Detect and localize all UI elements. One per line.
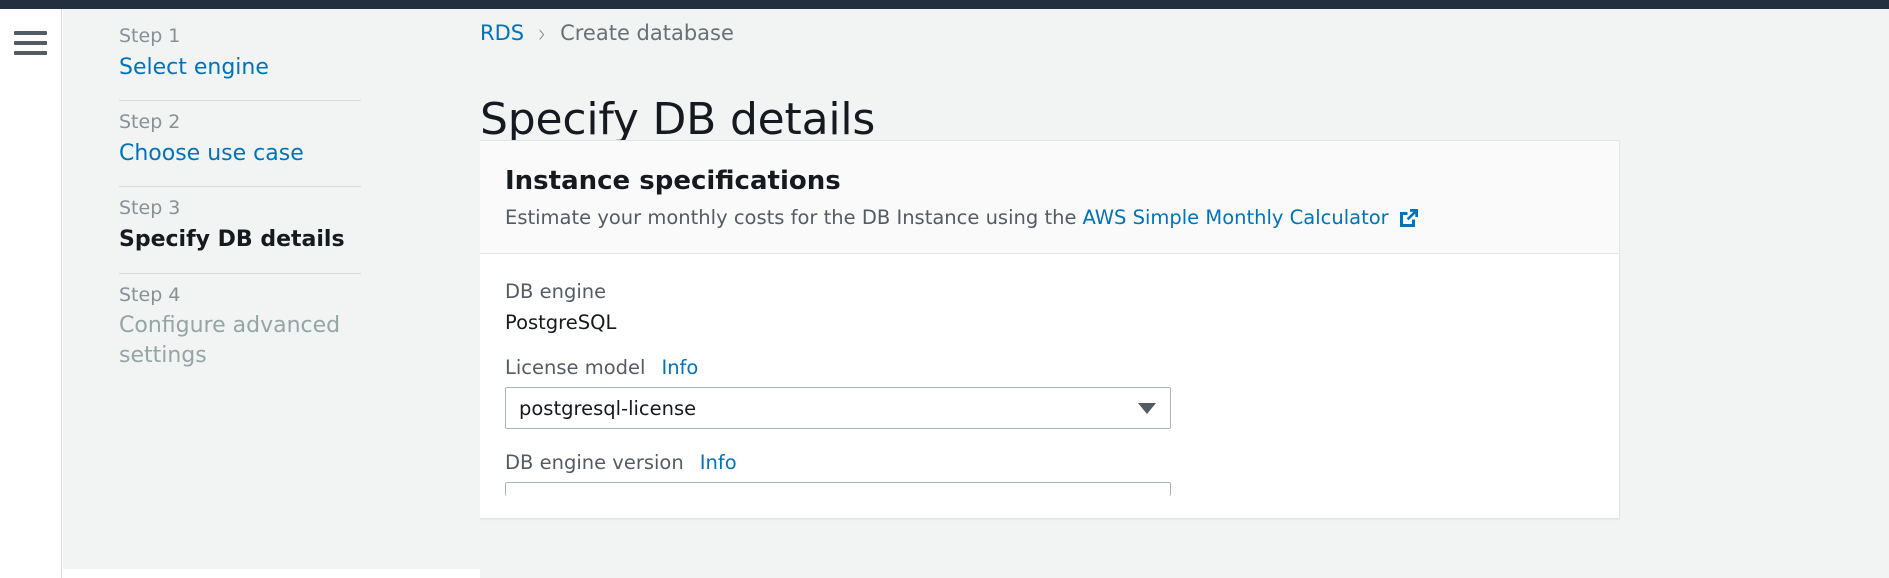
step-divider <box>119 186 361 188</box>
license-model-label: License model Info <box>505 356 1593 379</box>
field-db-engine: DB engine PostgreSQL <box>505 280 1593 334</box>
db-engine-version-label: DB engine version Info <box>505 451 1593 474</box>
step-number: Step 4 <box>119 283 181 306</box>
panel-description: Estimate your monthly costs for the DB I… <box>505 206 1593 229</box>
db-engine-version-select[interactable] <box>505 482 1171 496</box>
external-link-icon[interactable] <box>1398 207 1420 229</box>
sidebar-step-4: Step 4 Configure advanced settings <box>63 282 480 371</box>
db-engine-label: DB engine <box>505 280 1593 303</box>
chevron-right-icon: › <box>538 16 547 50</box>
breadcrumb-link-rds[interactable]: RDS <box>480 21 524 45</box>
db-engine-value: PostgreSQL <box>505 311 617 334</box>
breadcrumb-current: Create database <box>560 21 734 45</box>
field-license-model: License model Info postgresql-license <box>505 356 1593 429</box>
panel-body: DB engine PostgreSQL License model Info … <box>480 254 1619 496</box>
panel-header: Instance specifications Estimate your mo… <box>480 141 1619 254</box>
step-number: Step 1 <box>119 25 181 47</box>
sidebar-step-1[interactable]: Step 1 Select engine <box>63 23 480 82</box>
panel-title: Instance specifications <box>505 166 841 196</box>
breadcrumb: RDS › Create database <box>480 16 734 50</box>
info-link-license-model[interactable]: Info <box>661 356 698 379</box>
panel-description-text: Estimate your monthly costs for the DB I… <box>505 206 1077 229</box>
chevron-down-icon <box>1138 402 1156 414</box>
step-divider <box>119 272 361 274</box>
page-title: Specify DB details <box>480 94 876 146</box>
hamburger-icon[interactable] <box>14 31 47 55</box>
wizard-steps-sidebar: Step 1 Select engine Step 2 Choose use c… <box>63 9 480 569</box>
top-navigation-bar <box>0 0 1889 9</box>
label-text: DB engine <box>505 280 607 303</box>
license-model-selected-value: postgresql-license <box>519 396 697 420</box>
info-link-db-engine-version[interactable]: Info <box>700 451 737 474</box>
main-content: RDS › Create database Specify DB details… <box>480 9 1889 578</box>
aws-simple-monthly-calculator-link[interactable]: AWS Simple Monthly Calculator <box>1082 206 1388 229</box>
sidebar-item-select-engine[interactable]: Select engine <box>119 53 428 83</box>
step-divider <box>119 100 361 102</box>
sidebar-item-specify-db-details: Specify DB details <box>119 227 345 253</box>
sidebar-step-3[interactable]: Step 3 Specify DB details <box>63 195 480 254</box>
sidebar-step-2[interactable]: Step 2 Choose use case <box>63 109 480 168</box>
field-db-engine-version: DB engine version Info <box>505 451 1593 496</box>
sidebar-item-choose-use-case[interactable]: Choose use case <box>119 139 428 169</box>
step-number: Step 3 <box>119 197 181 220</box>
sidebar-item-configure-advanced-settings: Configure advanced settings <box>119 313 341 368</box>
label-text: DB engine version <box>505 451 684 474</box>
instance-specifications-panel: Instance specifications Estimate your mo… <box>480 140 1620 519</box>
left-nav-rail <box>0 9 62 578</box>
label-text: License model <box>505 356 646 379</box>
license-model-select[interactable]: postgresql-license <box>505 387 1171 429</box>
step-number: Step 2 <box>119 111 181 134</box>
